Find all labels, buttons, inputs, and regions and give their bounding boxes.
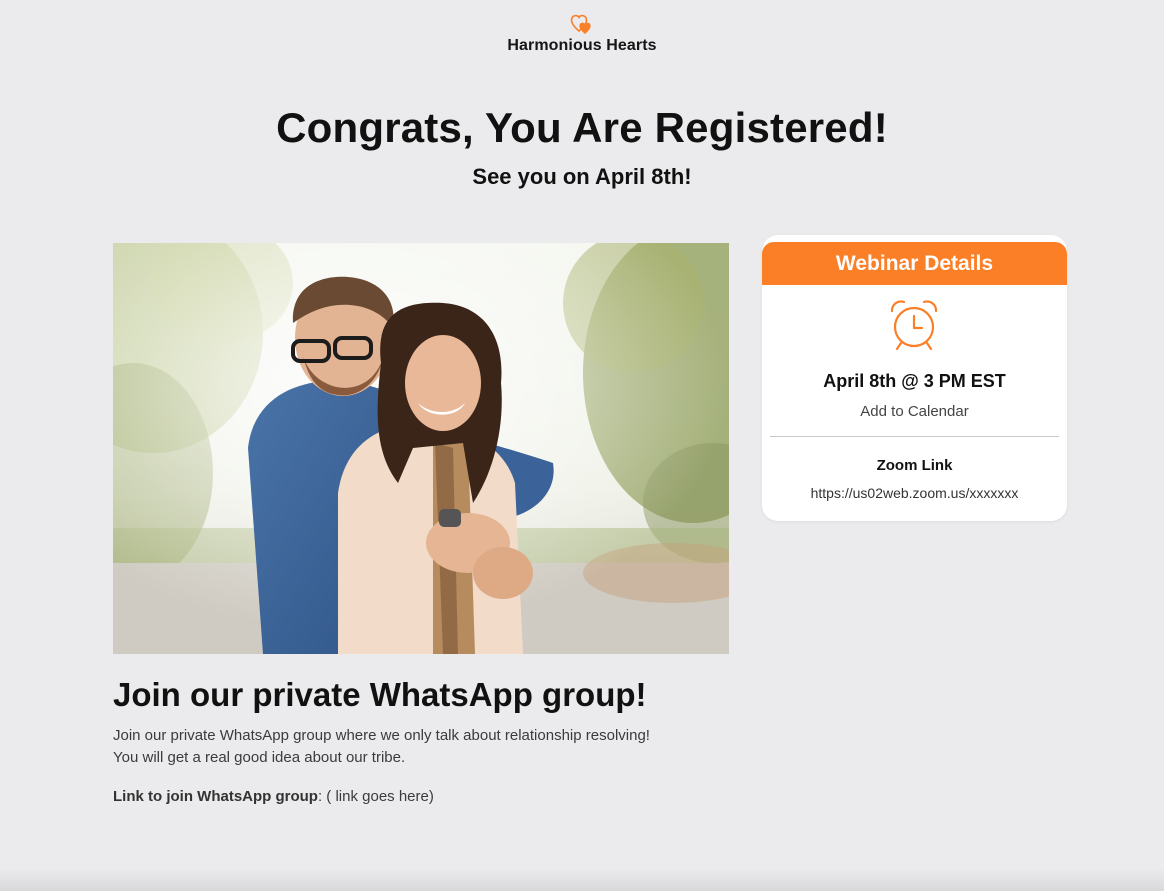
whatsapp-link-label: Link to join WhatsApp group — [113, 788, 318, 805]
whatsapp-link-row: Link to join WhatsApp group: ( link goes… — [113, 788, 434, 805]
add-to-calendar-link[interactable]: Add to Calendar — [762, 403, 1067, 420]
webinar-details-card: Webinar Details April 8th @ 3 PM EST Add… — [762, 235, 1067, 521]
double-heart-icon — [570, 14, 591, 34]
bottom-shade — [0, 868, 1164, 891]
couple-photo — [113, 243, 729, 654]
brand-name: Harmonious Hearts — [507, 37, 657, 54]
divider — [770, 436, 1059, 437]
whatsapp-description: Join our private WhatsApp group where we… — [113, 725, 733, 769]
zoom-link-url[interactable]: https://us02web.zoom.us/xxxxxxx — [762, 485, 1067, 501]
whatsapp-title: Join our private WhatsApp group! — [113, 676, 647, 713]
whatsapp-link[interactable]: ( link goes here) — [322, 788, 434, 805]
whatsapp-description-line: You will get a real good idea about our … — [113, 749, 406, 766]
webinar-details-header: Webinar Details — [762, 242, 1067, 285]
webinar-datetime: April 8th @ 3 PM EST — [823, 371, 1006, 391]
whatsapp-description-line: Join our private WhatsApp group where we… — [113, 727, 650, 744]
page: Harmonious Hearts Congrats, You Are Regi… — [0, 0, 1164, 891]
page-subtitle: See you on April 8th! — [472, 164, 692, 189]
page-title: Congrats, You Are Registered! — [276, 104, 888, 151]
zoom-link-label: Zoom Link — [876, 457, 953, 474]
alarm-clock-icon — [890, 300, 938, 351]
brand-logo[interactable]: Harmonious Hearts — [0, 12, 1164, 55]
